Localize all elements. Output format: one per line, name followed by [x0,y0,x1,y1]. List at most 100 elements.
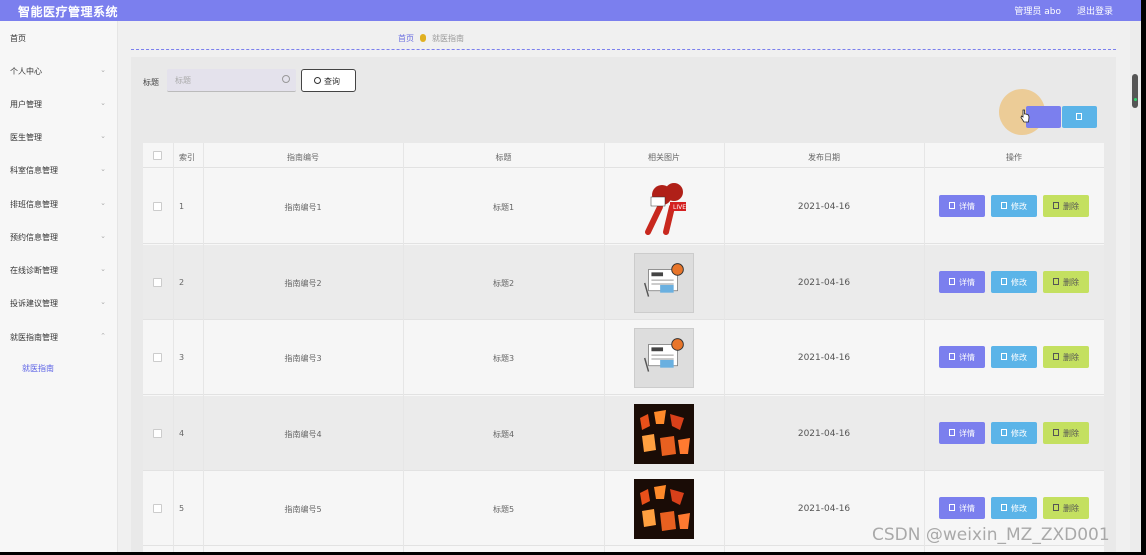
col-header-index: 索引 [179,153,195,162]
trash-icon [1053,278,1059,285]
sidebar-item-departments[interactable]: 科室信息管理 ⌄ [10,165,106,181]
delete-button[interactable]: 删除 [1043,497,1089,519]
chevron-down-icon: ⌄ [100,132,106,140]
select-all-checkbox[interactable] [153,151,162,160]
sidebar-item-label: 投诉建议管理 [10,299,58,308]
sidebar-item-profile[interactable]: 个人中心 ⌄ [10,66,106,82]
column-divider [924,143,925,552]
sidebar-item-label: 就医指南管理 [10,333,58,342]
sidebar-item-label: 个人中心 [10,67,42,76]
trash-icon [1053,202,1059,209]
sidebar-item-label: 在线诊断管理 [10,266,58,275]
col-header-actions: 操作 [1006,153,1022,162]
document-icon [949,278,955,285]
cell-index: 3 [179,353,185,362]
col-header-image: 相关图片 [648,153,680,162]
hand-cursor-icon [1020,109,1030,123]
delete-button[interactable]: 删除 [1043,271,1089,293]
detail-button[interactable]: 详情 [939,346,985,368]
cell-code: 指南编号3 [284,354,322,363]
cell-title: 标题2 [492,279,515,288]
sidebar-subitem-guide[interactable]: 就医指南 [22,363,54,374]
chevron-down-icon: ⌄ [100,232,106,240]
cell-index: 4 [179,429,185,438]
sidebar-item-label: 科室信息管理 [10,166,58,175]
scrollbar-thumb[interactable] [1132,74,1138,108]
column-divider [203,143,204,552]
edit-button[interactable]: 修改 [991,346,1037,368]
row-checkbox[interactable] [153,429,162,438]
cell-date: 2021-04-16 [797,353,851,363]
batch-delete-button[interactable] [1062,106,1097,128]
query-button[interactable]: 查询 [301,69,356,92]
status-dot-icon [1134,98,1137,101]
sidebar-item-complaints[interactable]: 投诉建议管理 ⌄ [10,298,106,314]
sidebar-item-label: 医生管理 [10,133,42,142]
neon-sign-image [634,479,694,539]
logout-link[interactable]: 退出登录 [1077,4,1113,17]
col-header-date: 发布日期 [808,153,840,162]
add-button[interactable] [1026,106,1061,128]
document-icon [949,353,955,360]
column-divider [403,143,404,552]
row-checkbox[interactable] [153,353,162,362]
edit-button[interactable]: 修改 [991,195,1037,217]
cell-date: 2021-04-16 [797,202,851,212]
neon-sign-image [634,404,694,464]
trash-icon [1053,429,1059,436]
detail-button[interactable]: 详情 [939,422,985,444]
search-input[interactable] [175,74,275,87]
chevron-down-icon: ⌄ [100,265,106,273]
delete-button[interactable]: 删除 [1043,195,1089,217]
app-window: 智能医疗管理系统 管理员 abo 退出登录 首页 个人中心 ⌄ 用户管理 ⌄ 医生管… [0,0,1141,552]
breadcrumb-home[interactable]: 首页 [398,34,414,43]
delete-button[interactable]: 删除 [1043,422,1089,444]
detail-button[interactable]: 详情 [939,497,985,519]
pencil-icon [1001,504,1007,511]
detail-button[interactable]: 详情 [939,271,985,293]
query-button-label: 查询 [324,77,340,86]
cell-date: 2021-04-16 [797,429,851,439]
column-divider [724,143,725,552]
edit-button[interactable]: 修改 [991,271,1037,293]
table-header: 索引 指南编号 标题 相关图片 发布日期 操作 [143,143,1104,168]
watermark: CSDN @weixin_MZ_ZXD001 [872,525,1110,545]
search-field[interactable] [167,69,296,92]
cell-index: 2 [179,278,185,287]
sidebar-item-users[interactable]: 用户管理 ⌄ [10,99,106,115]
edit-button[interactable]: 修改 [991,422,1037,444]
cell-title: 标题1 [492,203,515,212]
sidebar-item-home[interactable]: 首页 [10,33,106,49]
detail-button[interactable]: 详情 [939,195,985,217]
document-icon [949,429,955,436]
vertical-scrollbar[interactable] [1130,21,1141,552]
cell-date: 2021-04-16 [797,278,851,288]
news-image [634,328,694,388]
row-checkbox[interactable] [153,202,162,211]
top-bar: 智能医疗管理系统 管理员 abo 退出登录 [0,0,1141,21]
svg-text:LIVE: LIVE [673,204,686,211]
app-title: 智能医疗管理系统 [18,5,119,19]
microphone-image: LIVE [645,183,686,235]
sidebar-item-appointments[interactable]: 预约信息管理 ⌄ [10,232,106,248]
cell-title: 标题4 [492,430,515,439]
chevron-down-icon: ⌄ [100,199,106,207]
admin-label: 管理员 abo [1014,7,1061,17]
cell-code: 指南编号5 [284,505,322,514]
sidebar-item-label: 用户管理 [10,100,42,109]
chevron-down-icon: ⌄ [100,165,106,173]
col-header-code: 指南编号 [287,153,319,162]
row-checkbox[interactable] [153,504,162,513]
sidebar-item-schedules[interactable]: 排班信息管理 ⌄ [10,199,106,215]
delete-button[interactable]: 删除 [1043,346,1089,368]
search-label: 标题 [143,78,159,87]
table-row: 2 指南编号2 标题2 2021-04-16 详情 修改 删除 [143,245,1104,320]
edit-button[interactable]: 修改 [991,497,1037,519]
sidebar-item-guides[interactable]: 就医指南管理 ⌃ [10,332,106,348]
sidebar: 首页 个人中心 ⌄ 用户管理 ⌄ 医生管理 ⌄ 科室信息管理 ⌄ 排班信息管理 ⌄ 预约信… [0,21,118,552]
pencil-icon [1001,202,1007,209]
row-checkbox[interactable] [153,278,162,287]
sidebar-item-doctors[interactable]: 医生管理 ⌄ [10,132,106,148]
document-icon [949,504,955,511]
sidebar-item-diagnosis[interactable]: 在线诊断管理 ⌄ [10,265,106,281]
